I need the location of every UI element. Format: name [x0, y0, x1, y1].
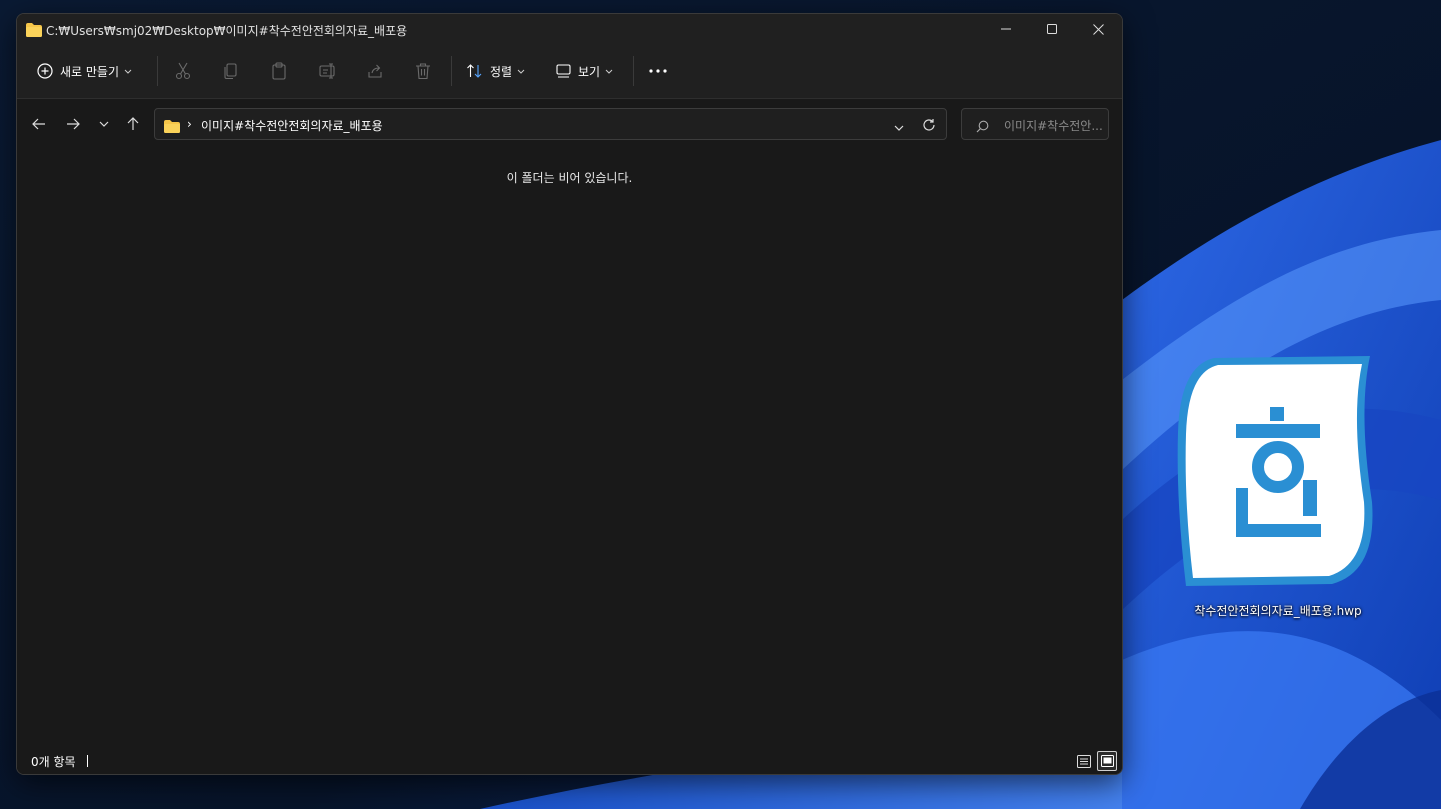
refresh-button[interactable] — [922, 117, 936, 136]
scissors-icon — [175, 62, 191, 80]
breadcrumb-chevron-icon: › — [187, 117, 192, 131]
new-label: 새로 만들기 — [60, 64, 120, 79]
refresh-icon — [923, 119, 935, 131]
file-explorer-window: C:₩Users₩smj02₩Desktop₩이미지#착수전안전회의자료_배포용… — [16, 13, 1123, 775]
address-bar[interactable]: › 이미지#착수전안전회의자료_배포용 — [154, 108, 947, 140]
minimize-icon — [1001, 28, 1011, 30]
minimize-button[interactable] — [983, 14, 1029, 44]
arrow-left-icon — [32, 118, 45, 130]
folder-icon — [26, 22, 42, 41]
maximize-icon — [1047, 24, 1057, 34]
folder-icon — [164, 118, 180, 137]
details-view-icon — [1077, 754, 1091, 768]
chevron-down-icon — [517, 69, 525, 74]
navigation-bar: › 이미지#착수전안전회의자료_배포용 이미지#착수전안... — [17, 99, 1122, 153]
plus-circle-icon — [37, 63, 53, 79]
back-button[interactable] — [26, 111, 52, 137]
paste-button[interactable] — [271, 44, 287, 98]
view-icon — [556, 64, 571, 78]
desktop-file-label[interactable]: 착수전안전회의자료_배포용.hwp — [1150, 602, 1406, 619]
clipboard-icon — [272, 62, 286, 80]
large-icons-view-button[interactable] — [1097, 751, 1117, 771]
file-list-area[interactable]: 이 폴더는 비어 있습니다. — [17, 154, 1122, 749]
forward-button[interactable] — [60, 111, 86, 137]
search-input[interactable]: 이미지#착수전안... — [1004, 117, 1103, 134]
view-label: 보기 — [578, 64, 601, 79]
close-icon — [1092, 23, 1104, 35]
breadcrumb-current-folder[interactable]: 이미지#착수전안전회의자료_배포용 — [201, 117, 383, 134]
item-count: 0개 항목 — [31, 755, 76, 769]
rename-button[interactable] — [319, 44, 337, 98]
separator — [451, 56, 452, 86]
trash-icon — [416, 63, 430, 80]
cut-button[interactable] — [175, 44, 191, 98]
sort-icon — [467, 64, 482, 78]
details-view-button[interactable] — [1074, 751, 1094, 771]
large-icons-view-icon — [1100, 755, 1114, 767]
status-divider — [87, 755, 88, 767]
hwp-document-icon — [1177, 356, 1373, 586]
new-button[interactable]: 새로 만들기 — [37, 44, 132, 98]
share-button[interactable] — [367, 44, 384, 98]
rename-icon — [319, 63, 335, 79]
up-button[interactable] — [120, 111, 146, 137]
more-icon — [649, 69, 667, 73]
chevron-down-icon — [99, 121, 109, 127]
copy-icon — [224, 63, 237, 80]
arrow-up-icon — [127, 117, 139, 130]
separator — [633, 56, 634, 86]
command-bar: 새로 만들기 정렬 보기 — [17, 44, 1122, 99]
search-icon — [976, 118, 989, 137]
status-bar: 0개 항목 — [17, 748, 1122, 774]
empty-folder-message: 이 폴더는 비어 있습니다. — [506, 171, 633, 185]
window-title: C:₩Users₩smj02₩Desktop₩이미지#착수전안전회의자료_배포용 — [46, 24, 408, 38]
sort-label: 정렬 — [490, 64, 513, 79]
sort-button[interactable]: 정렬 — [466, 44, 525, 98]
recent-locations-button[interactable] — [91, 111, 117, 137]
maximize-button[interactable] — [1029, 14, 1075, 44]
more-options-button[interactable] — [649, 44, 667, 98]
desktop-file-icon[interactable] — [1172, 352, 1380, 592]
search-box[interactable]: 이미지#착수전안... — [961, 108, 1109, 140]
copy-button[interactable] — [223, 44, 239, 98]
separator — [157, 56, 158, 86]
address-dropdown-button[interactable] — [894, 118, 904, 137]
title-bar[interactable]: C:₩Users₩smj02₩Desktop₩이미지#착수전안전회의자료_배포용 — [17, 14, 1122, 44]
share-icon — [368, 64, 382, 78]
chevron-down-icon — [894, 125, 904, 131]
chevron-down-icon — [124, 69, 132, 74]
view-button[interactable]: 보기 — [556, 44, 613, 98]
delete-button[interactable] — [415, 44, 431, 98]
arrow-right-icon — [67, 118, 80, 130]
close-button[interactable] — [1075, 14, 1121, 44]
chevron-down-icon — [605, 69, 613, 74]
